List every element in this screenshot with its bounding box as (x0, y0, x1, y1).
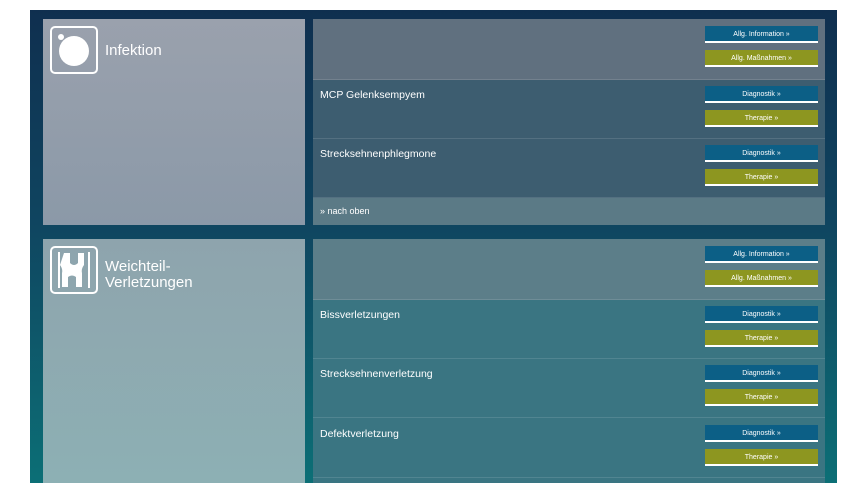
page-frame: Infektion Allg. Information » Allg. Maßn… (30, 10, 837, 483)
section-title: Infektion (105, 42, 162, 59)
diagnostics-button[interactable]: Diagnostik » (705, 306, 818, 323)
section-content: Allg. Information » Allg. Maßnahmen » MC… (313, 19, 825, 225)
back-to-top-row: » nach oben (313, 198, 825, 225)
section-weichteil-verletzungen: Weichteil- Verletzungen Allg. Informatio… (43, 239, 825, 483)
therapy-button[interactable]: Therapie » (705, 330, 818, 347)
general-measures-button[interactable]: Allg. Maßnahmen » (705, 270, 818, 287)
general-information-button[interactable]: Allg. Information » (705, 26, 818, 43)
section-sidebar: Infektion (43, 19, 305, 225)
diagnostics-button[interactable]: Diagnostik » (705, 145, 818, 162)
general-measures-button[interactable]: Allg. Maßnahmen » (705, 50, 818, 67)
list-item: Bissverletzungen Diagnostik » Therapie » (313, 299, 825, 359)
therapy-button[interactable]: Therapie » (705, 169, 818, 186)
general-row: Allg. Information » Allg. Maßnahmen » (313, 19, 825, 80)
soft-tissue-joint-icon (50, 246, 98, 294)
item-label: Strecksehnenphlegmone (320, 148, 437, 160)
list-item: Strecksehnenphlegmone Diagnostik » Thera… (313, 138, 825, 198)
therapy-button[interactable]: Therapie » (705, 389, 818, 406)
diagnostics-button[interactable]: Diagnostik » (705, 365, 818, 382)
section-content: Allg. Information » Allg. Maßnahmen » Bi… (313, 239, 825, 483)
item-label: Bissverletzungen (320, 309, 400, 321)
general-information-button[interactable]: Allg. Information » (705, 246, 818, 263)
list-item: Strecksehnenverletzung Diagnostik » Ther… (313, 358, 825, 418)
general-row: Allg. Information » Allg. Maßnahmen » (313, 239, 825, 300)
list-item: Defektverletzung Diagnostik » Therapie » (313, 418, 825, 478)
list-item: MCP Gelenksempyem Diagnostik » Therapie … (313, 79, 825, 139)
item-label: MCP Gelenksempyem (320, 89, 425, 101)
back-to-top-link[interactable]: » nach oben (320, 206, 370, 216)
item-label: Strecksehnenverletzung (320, 368, 433, 380)
section-sidebar: Weichteil- Verletzungen (43, 239, 305, 483)
therapy-button[interactable]: Therapie » (705, 449, 818, 466)
section-title: Weichteil- Verletzungen (105, 258, 193, 291)
therapy-button[interactable]: Therapie » (705, 110, 818, 127)
diagnostics-button[interactable]: Diagnostik » (705, 86, 818, 103)
item-label: Defektverletzung (320, 428, 399, 440)
infection-circle-icon (50, 26, 98, 74)
diagnostics-button[interactable]: Diagnostik » (705, 425, 818, 442)
section-infektion: Infektion Allg. Information » Allg. Maßn… (43, 19, 825, 225)
